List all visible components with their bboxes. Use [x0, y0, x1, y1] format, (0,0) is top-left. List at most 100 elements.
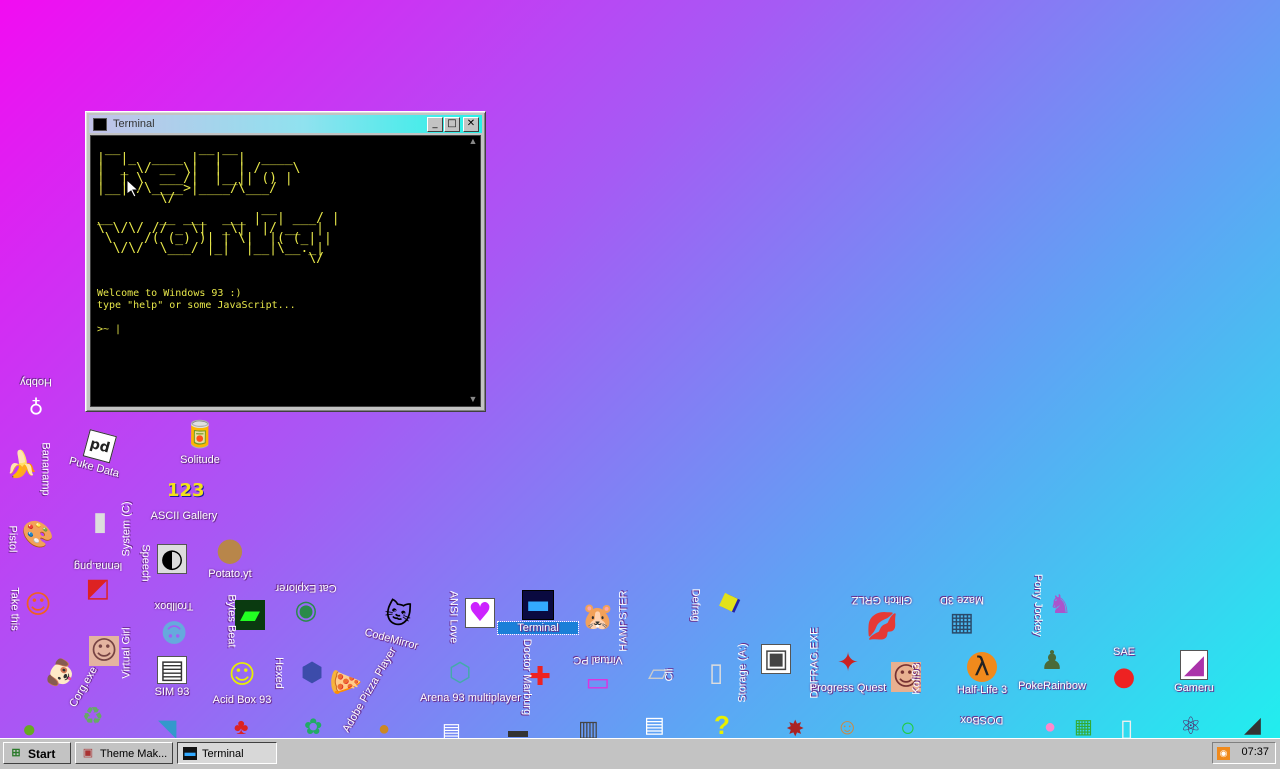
label-cli-wrap: Cli: [659, 669, 677, 682]
ascii-art-hello-world: __ __ __ | |_ ____ | | | ____ | _ \/ __ …: [97, 141, 340, 266]
icon-label: DOSBox: [960, 714, 1004, 726]
desktop-icon-codemirror[interactable]: 🐱 CodeMirror: [351, 588, 441, 655]
scroll-down-icon[interactable]: ▼: [466, 394, 480, 404]
terminal-scrollbar[interactable]: ▲ ▼: [466, 136, 480, 406]
question-icon: ?: [714, 710, 730, 738]
cat-icon: 🐱: [380, 597, 415, 634]
terminal-icon: ▬: [183, 747, 197, 760]
welcome-text: Welcome to Windows 93 :): [97, 288, 242, 299]
globe-icon: ◉: [294, 598, 318, 628]
start-button[interactable]: ⊞ Start: [3, 742, 71, 764]
start-label: Start: [28, 747, 56, 761]
terminal-icon: [93, 118, 107, 131]
desktop-icon-arena93[interactable]: ⬡ Arena 93 multiplayer: [420, 656, 521, 704]
label-pony-wrap: Pony Jockey: [1030, 574, 1048, 636]
desktop-icon-sim93[interactable]: ▤ SIM 93: [132, 656, 212, 698]
icon-label: Solitude: [180, 454, 220, 466]
speech-icon: ◐: [157, 544, 187, 574]
terminal-icon: ▬: [522, 590, 554, 620]
icon-label: Kofi93: [910, 663, 923, 695]
banana-icon: 🍌: [5, 450, 39, 480]
monitor-icon: ▭: [585, 670, 611, 700]
icon-label: ANSI Love: [447, 590, 460, 644]
icon-label: Defrag: [689, 588, 702, 622]
command-prompt[interactable]: >~ |: [97, 324, 121, 335]
label-defrag-wrap: Defrag: [688, 588, 706, 621]
label-pistol-wrap: Pistol: [4, 526, 22, 553]
taskbar-item-theme-maker[interactable]: ▣ Theme Mak...: [75, 742, 173, 764]
take-this-icon: ☺: [24, 590, 52, 620]
icon-label: lenna.png: [73, 560, 123, 572]
desktop-icon-sae[interactable]: SAE ●: [1084, 644, 1164, 694]
icon-label: Half-Life 3: [956, 684, 1008, 696]
hobby-icon: ♀: [28, 395, 44, 419]
terminal-window[interactable]: Terminal _ □ ✕ __ __ __ | |_ ____ | | | …: [85, 111, 486, 412]
lambda-icon: λ: [967, 652, 997, 682]
icon-label: ASCII Gallery: [150, 510, 218, 522]
desktop-icon-pokerainbow[interactable]: ♟ PokeRainbow: [1012, 644, 1092, 692]
terminal-titlebar[interactable]: Terminal _ □ ✕: [89, 115, 482, 133]
scroll-up-icon[interactable]: ▲: [466, 136, 480, 146]
task-label: Theme Mak...: [100, 748, 168, 760]
icon-label: Pony Jockey: [1032, 573, 1045, 637]
desktop-icon-maze-3d[interactable]: ▦ Maze 3D: [922, 594, 1002, 642]
maze-icon: ▦: [949, 610, 975, 640]
puke-data-icon: pd: [82, 429, 117, 464]
taskbar: ⊞ Start ▣ Theme Mak... ▬ Terminal ◉ 07:3…: [0, 738, 1280, 769]
desktop-icon-glitch-grlz[interactable]: 💋 Glitch GRLZ: [842, 594, 922, 642]
ansi-love-icon: ♥: [465, 598, 495, 628]
desktop-icon-gameru[interactable]: ◢ Gameru: [1154, 650, 1234, 694]
desktop-icon-hobby[interactable]: ♀ Hobby: [0, 376, 76, 424]
icon-label: Pistol: [6, 525, 19, 553]
icon-label: SAE: [1112, 646, 1135, 658]
label-ansi-love-wrap: ANSI Love: [445, 591, 463, 644]
terminal-output[interactable]: __ __ __ | |_ ____ | | | ____ | _ \/ __ …: [90, 135, 481, 407]
system-tray: ◉ 07:37: [1212, 742, 1276, 764]
palette-icon: 🎨: [21, 520, 55, 550]
progress-quest-icon: ✦: [837, 648, 859, 678]
ascii-gallery-icon: 123: [167, 480, 205, 501]
partial-icon: ▯: [1120, 715, 1134, 738]
desktop-icon-trollbox[interactable]: ☻ Trollbox: [134, 600, 214, 648]
icon-label: Arena 93 multiplayer: [420, 692, 521, 704]
icon-label: Glitch GRLZ: [851, 594, 913, 606]
desktop-icon-half-life-3[interactable]: λ Half-Life 3: [942, 652, 1022, 696]
atom-icon: ⚛: [1180, 713, 1202, 738]
maximize-button[interactable]: □: [444, 117, 460, 132]
icon-label: Gameru: [1174, 682, 1214, 694]
hint-text: type "help" or some JavaScript...: [97, 300, 296, 311]
desktop-icon-solitude[interactable]: 🥫 Solitude: [160, 418, 240, 466]
minimize-button[interactable]: _: [427, 117, 443, 132]
rss-icon[interactable]: ◉: [1217, 747, 1230, 760]
pokerainbow-icon: ♟: [1040, 646, 1064, 676]
desktop-icon-cat-explorer[interactable]: ◉ Cat Explorer: [266, 582, 346, 630]
close-button[interactable]: ✕: [463, 117, 479, 132]
window-title: Terminal: [113, 118, 155, 130]
desktop: ♀ Hobby 🍌 Bananamp pd Puke Data 🥫 Solitu…: [0, 0, 1280, 738]
potato-icon: ●: [216, 530, 244, 568]
taskbar-item-terminal[interactable]: ▬ Terminal: [177, 742, 277, 764]
recycle-icon: ♻: [82, 703, 104, 730]
paint-icon: ▣: [82, 747, 94, 759]
floppy-drive-icon: ▯: [708, 658, 724, 688]
icon-label: System (C): [120, 501, 133, 557]
label-kofi-wrap: Kofi93: [907, 663, 925, 694]
partial-icon: ○: [900, 712, 916, 738]
icon-label: Acid Box 93: [212, 694, 272, 706]
clock[interactable]: 07:37: [1241, 746, 1269, 758]
desktop-icon-ascii-gallery[interactable]: 123 ASCII Gallery: [144, 474, 224, 522]
icon-label: Maze 3D: [939, 594, 985, 606]
desktop-icon-potato[interactable]: ● Potato.yt: [190, 532, 270, 580]
icon-label: Bytes Beat: [225, 594, 238, 648]
desktop-icon-puke-data[interactable]: pd Puke Data: [54, 422, 142, 483]
desktop-icon-dosbox[interactable]: DOSBox: [942, 712, 1022, 726]
partial-icon: ✸: [786, 716, 805, 738]
icon-label: Hobby: [20, 376, 52, 388]
label-hexed-wrap: Hexed: [271, 657, 289, 689]
icon-label: Doctor Marburg: [521, 638, 534, 716]
label-speech-wrap: Speech: [138, 544, 156, 581]
sim-icon: ▤: [157, 656, 187, 684]
icon-label: SIM 93: [154, 686, 190, 698]
icon-label: Speech: [139, 544, 152, 582]
label-bananamp-wrap: Bananamp: [38, 442, 56, 495]
